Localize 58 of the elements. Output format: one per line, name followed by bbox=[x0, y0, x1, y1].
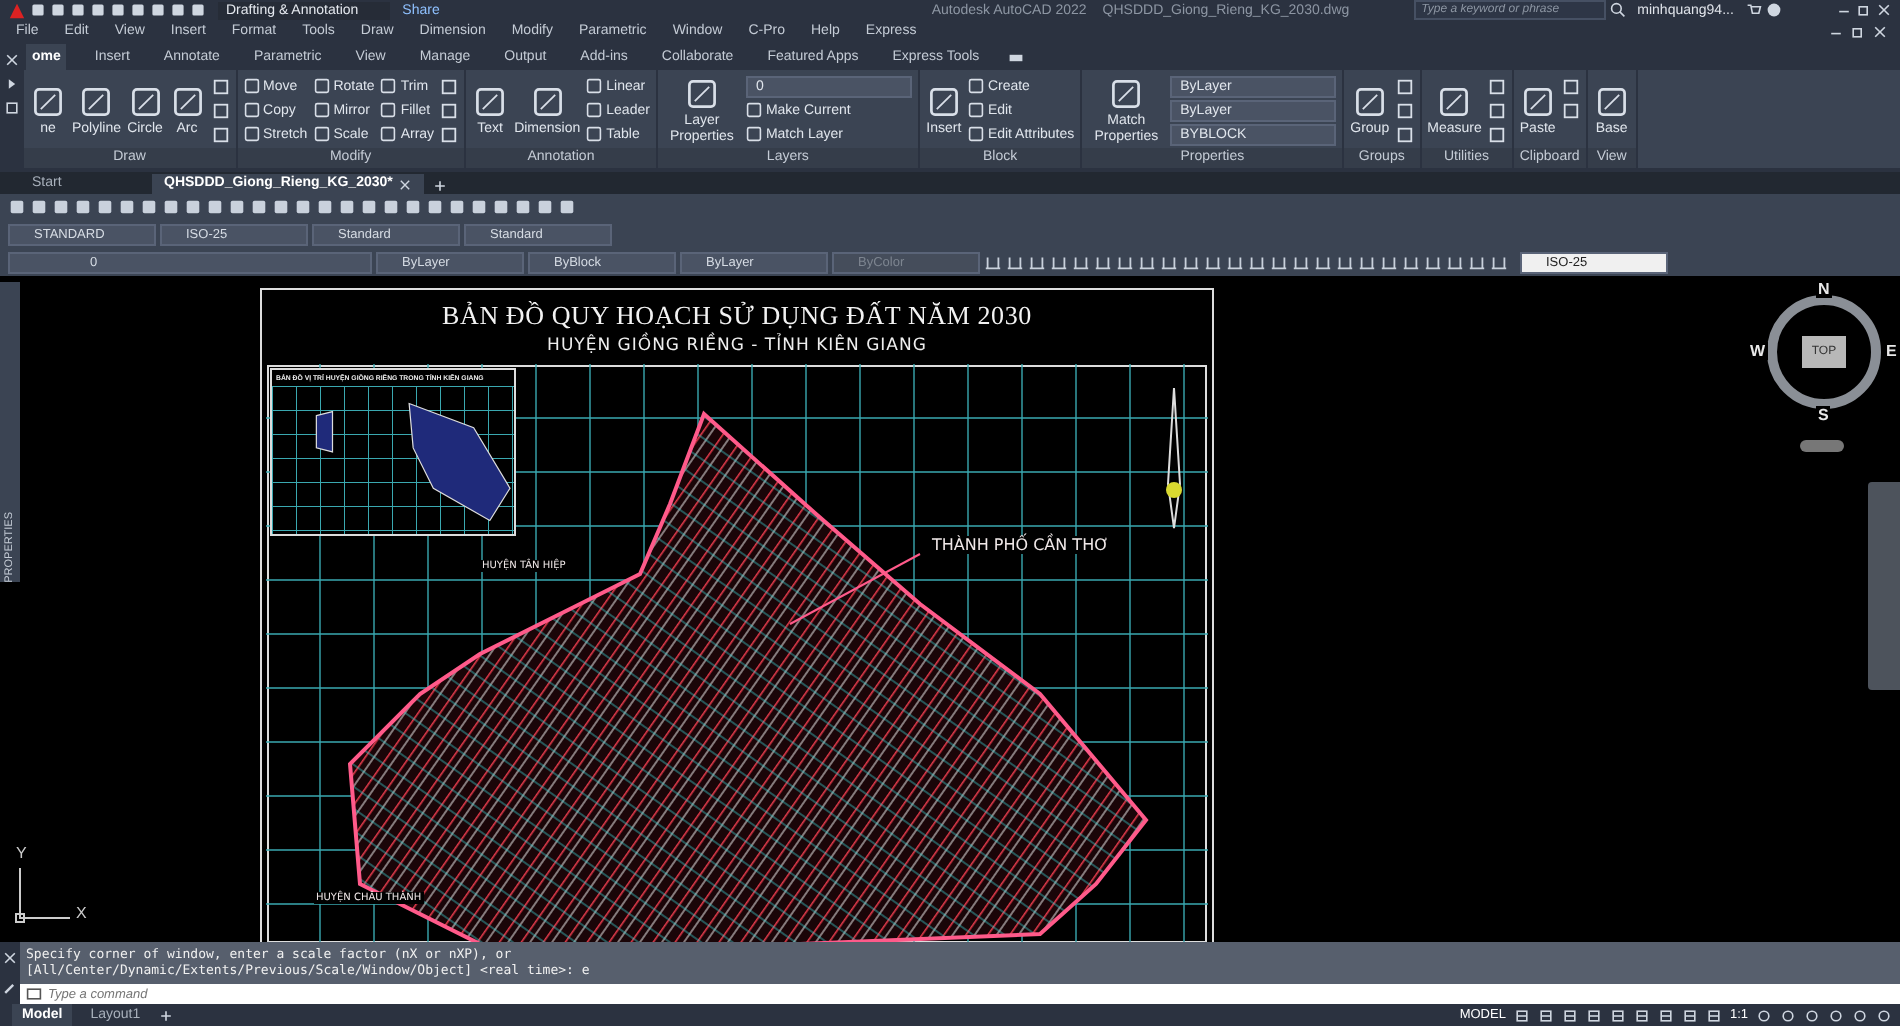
tool-icon bbox=[1351, 83, 1388, 119]
compass-ring-icon bbox=[1764, 292, 1884, 412]
command-prompt-icon[interactable] bbox=[26, 986, 42, 1002]
close-icon[interactable] bbox=[398, 177, 413, 191]
tool-icon bbox=[1519, 83, 1556, 119]
toolbar-icon[interactable] bbox=[1138, 253, 1156, 272]
toolbar-icon[interactable] bbox=[1204, 253, 1222, 272]
toolbar-icon[interactable] bbox=[1446, 253, 1464, 272]
toolbar-icon[interactable] bbox=[1490, 253, 1508, 272]
toolbar-icon[interactable] bbox=[1006, 253, 1024, 272]
toolbar-icon[interactable] bbox=[1094, 253, 1112, 272]
map-label: THÀNH PHỐ CẦN THƠ bbox=[930, 536, 1111, 554]
compass-east[interactable]: E bbox=[1884, 342, 1899, 360]
map-title: BẢN ĐỒ QUY HOẠCH SỬ DỤNG ĐẤT NĂM 2030 bbox=[442, 299, 1032, 331]
toolbar-icon[interactable] bbox=[1336, 253, 1354, 272]
close-icon[interactable] bbox=[1872, 23, 1888, 39]
tool-icon bbox=[683, 75, 720, 111]
toolbar-icon[interactable] bbox=[1424, 253, 1442, 272]
toolbar-icon[interactable] bbox=[1270, 253, 1288, 272]
toolbar-icon[interactable] bbox=[1358, 253, 1376, 272]
tool-icon bbox=[472, 83, 509, 119]
toolbar-icon[interactable] bbox=[1292, 253, 1310, 272]
toolbar-icon[interactable] bbox=[1050, 253, 1068, 272]
map-subtitle: HUYỆN GIỒNG RIỀNG - TỈNH KIÊN GIANG bbox=[547, 335, 927, 355]
compass-north[interactable]: N bbox=[1816, 280, 1832, 298]
tool-icon bbox=[30, 83, 66, 119]
tool-icon bbox=[78, 83, 115, 119]
tool-icon bbox=[1436, 83, 1473, 119]
toolbar-icon[interactable] bbox=[1226, 253, 1244, 272]
tool-icon bbox=[127, 83, 164, 119]
close-icon[interactable] bbox=[1876, 2, 1892, 18]
tool-icon bbox=[1593, 83, 1630, 119]
toolbar-icon[interactable] bbox=[1160, 253, 1178, 272]
compass-south[interactable]: S bbox=[1816, 406, 1831, 424]
search-icon[interactable] bbox=[1609, 2, 1626, 18]
toolbar-icon[interactable] bbox=[1314, 253, 1332, 272]
close-icon[interactable] bbox=[2, 949, 18, 966]
square-icon[interactable] bbox=[4, 100, 20, 116]
compass-west[interactable]: W bbox=[1748, 342, 1768, 360]
ucs-menu-button[interactable] bbox=[1800, 440, 1844, 452]
toolbar-icon[interactable] bbox=[1380, 253, 1398, 272]
toolbar-icon[interactable] bbox=[1402, 253, 1420, 272]
toolbar-icon[interactable] bbox=[1072, 253, 1090, 272]
tool-icon bbox=[925, 83, 962, 119]
tool-icon bbox=[1108, 75, 1145, 111]
toolbar-icon[interactable] bbox=[1116, 253, 1134, 272]
close-icon[interactable] bbox=[4, 52, 20, 68]
toolbar-icon[interactable] bbox=[1468, 253, 1486, 272]
cart-icon[interactable] bbox=[1745, 2, 1762, 18]
ucs-axes-icon bbox=[12, 864, 72, 924]
toolbar-icon[interactable] bbox=[1028, 253, 1046, 272]
tool-icon bbox=[169, 83, 206, 119]
toolbar-icon[interactable] bbox=[984, 253, 1002, 272]
toolbar-icon[interactable] bbox=[1182, 253, 1200, 272]
axis-label: X bbox=[76, 904, 87, 922]
axis-label: Y bbox=[16, 844, 27, 862]
tool-icon bbox=[529, 83, 566, 119]
toolbar-icon[interactable] bbox=[1248, 253, 1266, 272]
